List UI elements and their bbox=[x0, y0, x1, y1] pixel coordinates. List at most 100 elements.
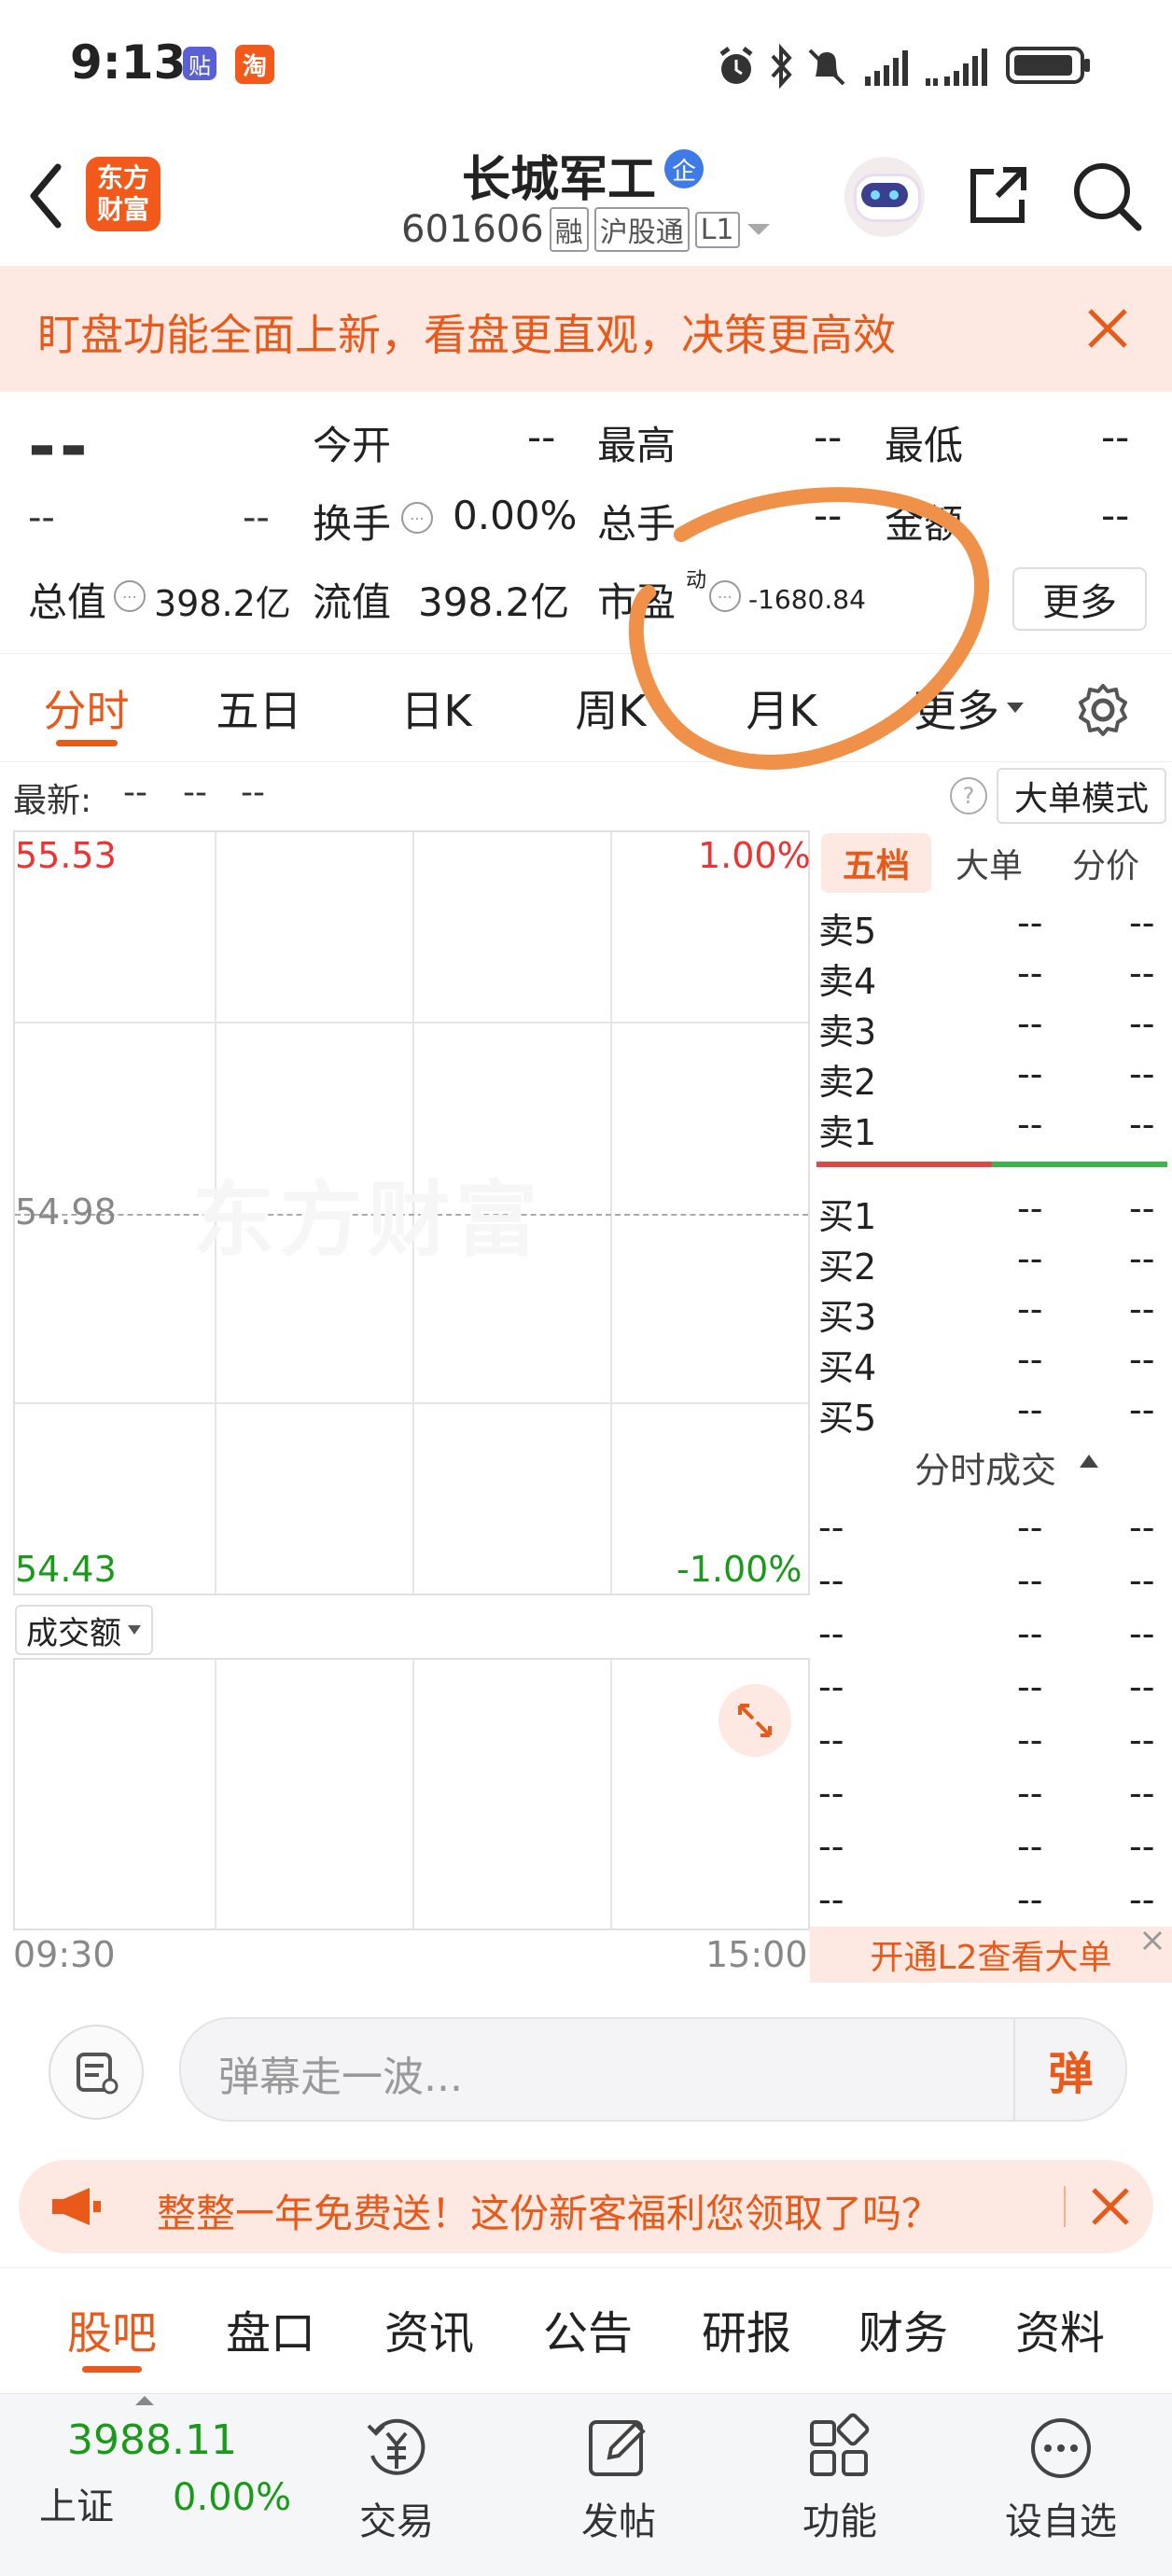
nav-add-watchlist-label: 设自选 bbox=[1005, 2500, 1117, 2543]
price-chart-area[interactable]: 东方财富 bbox=[13, 830, 810, 1595]
tab-big-orders[interactable]: 大单 bbox=[938, 833, 1040, 893]
info-icon[interactable]: ⋯ bbox=[709, 580, 741, 612]
price-change: -- bbox=[28, 496, 55, 539]
latest-volume: -- bbox=[241, 773, 265, 812]
tab-weekly-k[interactable]: 周K bbox=[552, 654, 669, 761]
nav-post[interactable]: 发帖 bbox=[549, 2413, 689, 2571]
tab-price-distribution[interactable]: 分价 bbox=[1051, 833, 1161, 893]
bid-row-3: 买3 -- -- bbox=[818, 1288, 1155, 1338]
triangle-down-icon[interactable] bbox=[1006, 701, 1025, 716]
triangle-down-icon bbox=[128, 1625, 141, 1635]
comment-bar: 弹幕走一波... 弹 bbox=[0, 1983, 1172, 2151]
tab-more[interactable]: 更多 bbox=[900, 654, 1012, 761]
quote-panel: -- -- -- 今开 -- 最高 -- 最低 -- 换手 ⋯ 0.00% 总手… bbox=[0, 392, 1172, 653]
tab-daily-k[interactable]: 日K bbox=[378, 654, 495, 761]
megaphone-icon bbox=[52, 2188, 101, 2225]
volume-value: -- bbox=[814, 493, 843, 538]
eastmoney-logo[interactable]: 东方 财富 bbox=[86, 157, 160, 231]
trade-row: -- -- -- bbox=[818, 1613, 1155, 1654]
assistant-robot-icon[interactable] bbox=[844, 157, 925, 237]
chart-time-start: 09:30 bbox=[13, 1934, 116, 1975]
chart-mid-price: 54.98 bbox=[15, 1191, 117, 1232]
trade-row: -- -- -- bbox=[818, 1507, 1155, 1548]
trade-row: -- -- -- bbox=[818, 1560, 1155, 1601]
enterprise-badge: 企 bbox=[664, 149, 704, 188]
stock-name: 长城军工 bbox=[462, 152, 657, 208]
more-dots-icon bbox=[1031, 2418, 1091, 2478]
nav-post-label: 发帖 bbox=[581, 2500, 656, 2543]
triangle-up-icon[interactable] bbox=[1078, 1453, 1100, 1469]
settings-gear-icon[interactable] bbox=[1075, 682, 1131, 738]
nav-functions[interactable]: 功能 bbox=[770, 2413, 910, 2571]
promo-banner[interactable]: 整整一年免费送！这份新客福利您领取了吗？ bbox=[19, 2160, 1153, 2253]
ask-bid-bar-red bbox=[816, 1162, 992, 1167]
share-icon[interactable] bbox=[966, 162, 1031, 228]
info-icon[interactable]: ⋯ bbox=[114, 580, 146, 612]
high-value: -- bbox=[814, 414, 843, 460]
open-label: 今开 bbox=[313, 423, 392, 468]
pe-dynamic-sup: 动 bbox=[686, 569, 707, 592]
low-value: -- bbox=[1101, 414, 1130, 460]
trade-row: -- -- -- bbox=[818, 1879, 1155, 1920]
tab-announcements[interactable]: 公告 bbox=[523, 2268, 653, 2389]
tab-five-levels[interactable]: 五档 bbox=[821, 833, 931, 893]
high-label: 最高 bbox=[597, 423, 677, 468]
close-icon[interactable] bbox=[1138, 1927, 1166, 1955]
taobao-notification-icon: 淘 bbox=[235, 45, 274, 84]
tab-news[interactable]: 资讯 bbox=[364, 2268, 495, 2389]
danmu-settings-icon[interactable] bbox=[49, 2025, 144, 2120]
volume-chart-area[interactable] bbox=[13, 1658, 810, 1930]
close-icon[interactable] bbox=[1084, 305, 1131, 352]
expand-icon[interactable] bbox=[719, 1684, 791, 1757]
signal-2-icon bbox=[926, 49, 987, 86]
float-cap-label: 流值 bbox=[313, 579, 392, 625]
logo-line-2: 财富 bbox=[96, 194, 149, 225]
chart-bottom-price: 54.43 bbox=[15, 1549, 117, 1590]
help-icon[interactable]: ? bbox=[950, 777, 987, 815]
feature-banner[interactable]: 盯盘功能全面上新，看盘更直观，决策更高效 bbox=[0, 266, 1172, 392]
tab-finance[interactable]: 财务 bbox=[838, 2268, 969, 2389]
more-button[interactable]: 更多 bbox=[1012, 567, 1147, 631]
alarm-icon bbox=[719, 47, 753, 84]
turnover-label: 换手 bbox=[313, 501, 392, 547]
tab-research[interactable]: 研报 bbox=[681, 2268, 812, 2389]
stock-code-row: 601606 融 沪股通 L1 bbox=[401, 207, 772, 252]
index-name: 上证 bbox=[39, 2485, 114, 2528]
turnover-value: 0.00% bbox=[453, 493, 578, 538]
nav-trade[interactable]: 交易 bbox=[327, 2413, 467, 2571]
signal-icon bbox=[865, 50, 908, 86]
float-cap-value: 398.2亿 bbox=[418, 579, 570, 625]
big-order-mode-button[interactable]: 大单模式 bbox=[997, 768, 1166, 824]
l2-promo-button[interactable]: 开通L2查看大单 bbox=[810, 1927, 1172, 1983]
volume-indicator-selector[interactable]: 成交额 bbox=[15, 1605, 153, 1655]
index-value[interactable]: 3988.11 bbox=[67, 2416, 237, 2464]
close-icon[interactable] bbox=[1090, 2186, 1131, 2227]
tab-pankou[interactable]: 盘口 bbox=[205, 2268, 336, 2389]
market-cap-label: 总值 bbox=[28, 579, 107, 625]
back-arrow-icon[interactable] bbox=[26, 163, 63, 229]
danmu-input[interactable]: 弹幕走一波... 弹 bbox=[179, 2017, 1127, 2122]
bottom-nav: 3988.11 上证 0.00% 交易 发帖 功能 设自选 bbox=[0, 2393, 1172, 2576]
tab-monthly-k[interactable]: 月K bbox=[723, 654, 840, 761]
edit-post-icon bbox=[589, 2420, 646, 2476]
watermark: 东方财富 bbox=[192, 1172, 544, 1268]
mute-icon bbox=[808, 49, 845, 86]
info-icon[interactable]: ⋯ bbox=[401, 502, 433, 534]
latest-change: -- bbox=[183, 773, 207, 812]
volume-selector-label: 成交额 bbox=[26, 1614, 121, 1652]
tab-five-day[interactable]: 五日 bbox=[201, 654, 317, 761]
danmu-send-button[interactable]: 弹 bbox=[1016, 2019, 1125, 2120]
bid-row-1: 买1 -- -- bbox=[818, 1188, 1155, 1237]
volume-label: 总手 bbox=[597, 501, 677, 547]
search-icon[interactable] bbox=[1071, 160, 1142, 231]
bid-row-4: 买4 -- -- bbox=[818, 1339, 1155, 1388]
chevron-down-icon[interactable] bbox=[746, 220, 772, 239]
active-tab-indicator bbox=[82, 2366, 142, 2373]
tab-profile[interactable]: 资料 bbox=[995, 2268, 1125, 2389]
market-cap-value: 398.2亿 bbox=[154, 583, 291, 624]
chart-time-end: 15:00 bbox=[705, 1934, 808, 1975]
trades-title[interactable]: 分时成交 bbox=[914, 1441, 1056, 1493]
chart-bottom-pct: -1.00% bbox=[677, 1549, 802, 1590]
nav-add-watchlist[interactable]: 设自选 bbox=[991, 2413, 1131, 2571]
content-tabs: 股吧 盘口 资讯 公告 研报 财务 资料 bbox=[0, 2267, 1172, 2389]
